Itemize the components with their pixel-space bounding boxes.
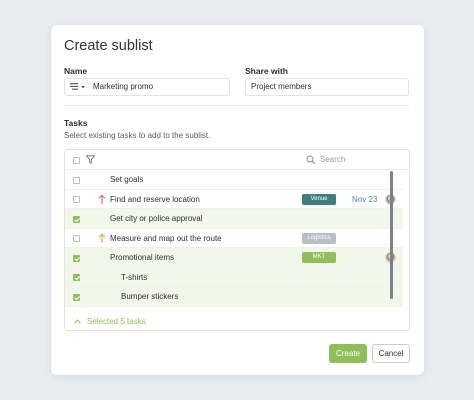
task-name: Find and reserve location: [110, 194, 200, 204]
task-checkbox[interactable]: [73, 293, 80, 301]
task-tag: Venue: [302, 193, 336, 205]
task-row[interactable]: Measure and map out the route Logistics: [65, 229, 403, 248]
task-row[interactable]: Find and reserve location Venue Nov 23: [65, 190, 403, 209]
task-row[interactable]: Set goals: [65, 170, 403, 190]
task-name: Bumper stickers: [121, 292, 179, 301]
name-value: Marketing promo: [93, 82, 154, 91]
selection-footer[interactable]: Selected 5 tasks: [65, 312, 409, 330]
priority-high-icon: [98, 193, 106, 204]
task-name: Promotional items: [110, 253, 175, 262]
share-with-value: Project members: [251, 82, 312, 91]
selected-count: Selected 5 tasks: [87, 317, 146, 326]
share-with-label: Share with: [245, 66, 288, 76]
chevron-up-icon: [74, 319, 81, 324]
search-placeholder: Search: [320, 155, 346, 164]
filter-icon[interactable]: [86, 155, 95, 164]
divider: [64, 105, 409, 106]
task-name: Get city or police approval: [110, 214, 203, 223]
name-field[interactable]: Marketing promo: [64, 78, 230, 96]
create-button[interactable]: Create: [329, 344, 367, 363]
create-sublist-dialog: Create sublist Name Marketing promo Shar…: [51, 25, 424, 375]
task-row[interactable]: Promotional items MKT: [65, 248, 403, 268]
share-with-select[interactable]: Project members: [245, 78, 409, 96]
task-row[interactable]: Bumper stickers: [65, 287, 403, 307]
priority-medium-icon: [98, 232, 106, 243]
task-name: Measure and map out the route: [110, 233, 222, 243]
task-checkbox[interactable]: [73, 274, 80, 281]
task-row[interactable]: T-shirts: [65, 267, 403, 287]
task-name: Set goals: [110, 175, 144, 184]
dialog-title: Create sublist: [64, 38, 153, 54]
task-checkbox[interactable]: [73, 215, 80, 223]
task-tag: MKT: [302, 252, 336, 263]
task-checkbox[interactable]: [73, 254, 80, 262]
task-tag: Logistics: [302, 232, 336, 244]
task-checkbox[interactable]: [73, 176, 80, 184]
task-row[interactable]: Get city or police approval: [65, 209, 403, 229]
tasks-label: Tasks: [64, 118, 88, 128]
task-name: T-shirts: [121, 272, 148, 282]
task-table: Search Set goals Find and reserve locatio…: [64, 149, 410, 331]
task-due-date: Nov 23: [352, 194, 378, 204]
tasks-subtitle: Select existing tasks to add to the subl…: [64, 131, 211, 140]
select-all-checkbox[interactable]: [73, 156, 80, 164]
text-format-icon[interactable]: [69, 79, 87, 95]
task-checkbox[interactable]: [73, 235, 80, 242]
name-label: Name: [64, 66, 88, 76]
cancel-button[interactable]: Cancel: [372, 344, 410, 363]
search-icon: [306, 155, 316, 165]
table-header: Search: [65, 150, 409, 170]
table-scrollbar[interactable]: [390, 171, 393, 299]
task-checkbox[interactable]: [73, 196, 80, 203]
